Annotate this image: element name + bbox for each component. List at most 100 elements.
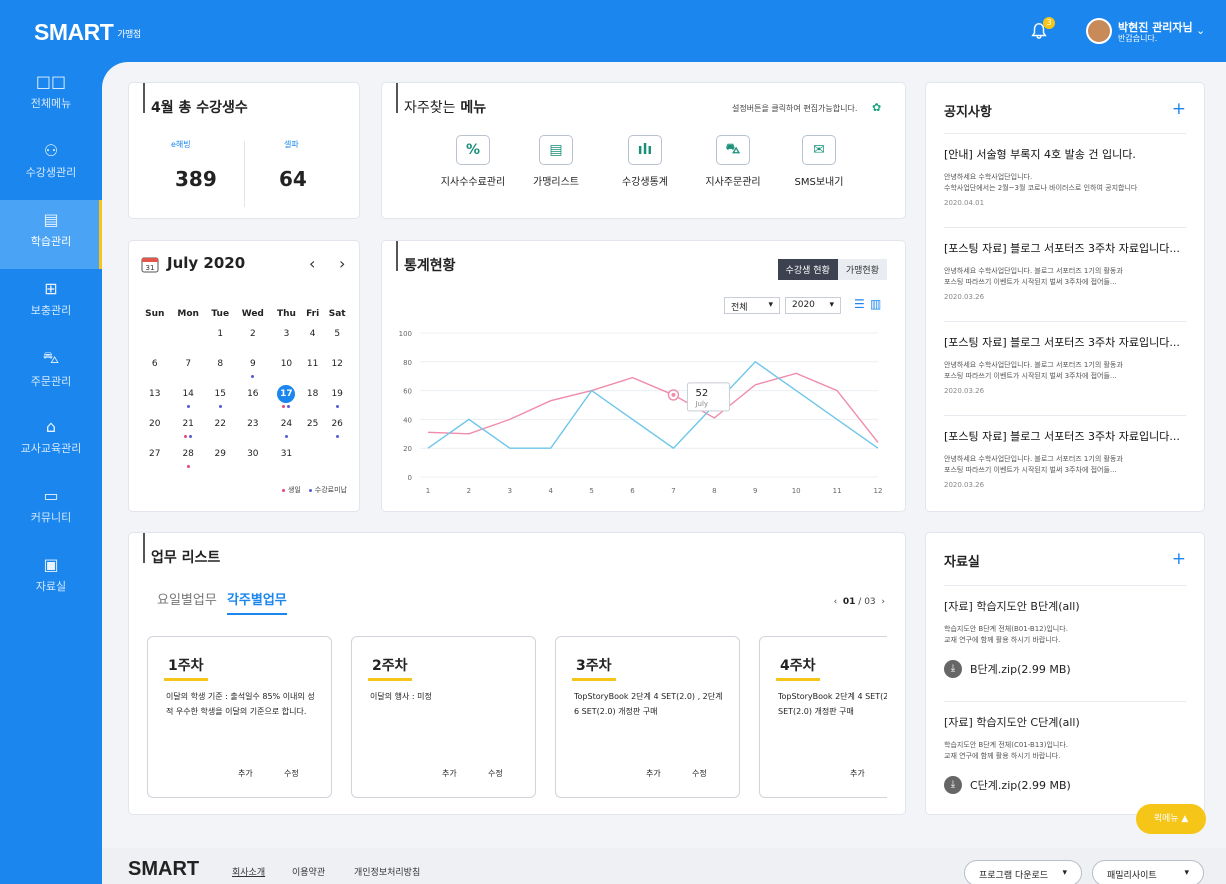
footer-link-privacy[interactable]: 개인정보처리방침 bbox=[354, 865, 420, 878]
calendar-day[interactable]: 31 bbox=[271, 444, 302, 474]
students-card: 4월 총 수강생수 e해빙 389 셀파 64 bbox=[128, 82, 360, 219]
library-item[interactable]: [자료] 학습지도안 B단계(all) 학습지도안 B단계 전체(B01-B12… bbox=[944, 585, 1186, 678]
sidebar-item-orders[interactable]: ⛍ 주문관리 bbox=[0, 338, 102, 407]
chart-view-icon[interactable]: ▥ bbox=[870, 297, 881, 311]
notice-item[interactable]: [포스팅 자료] 블로그 서포터즈 3주차 자료입니다... 안녕하세요 수학사… bbox=[944, 321, 1186, 395]
calendar-day[interactable]: 15 bbox=[206, 384, 235, 414]
calendar-day[interactable]: 3 bbox=[271, 324, 302, 354]
footer-link-company[interactable]: 회사소개 bbox=[232, 865, 265, 878]
notice-desc-3: 안녕하세요 수학사업단입니다. 블로그 서포터즈 1기의 활동과 포스팅 따라쓰기… bbox=[944, 455, 1123, 474]
expire-dot bbox=[284, 435, 288, 438]
year-select[interactable]: 2020 ▾ bbox=[785, 297, 841, 314]
edit-button[interactable]: 수정 bbox=[488, 768, 503, 779]
edit-button[interactable]: 수정 bbox=[284, 768, 299, 779]
library-item[interactable]: [자료] 학습지도안 C단계(all) 학습지도안 B단계 전체(C01-B13… bbox=[944, 701, 1186, 794]
fav-item-branch-orders[interactable]: ⛍ 지사주문관리 bbox=[688, 135, 778, 188]
chevron-down-icon[interactable]: ⌄ bbox=[1196, 24, 1205, 37]
notice-item[interactable]: [안내] 서술형 부록지 4호 발송 건 입니다. 안녕하세요 수학사업단입니다… bbox=[944, 133, 1186, 207]
calendar-day[interactable]: 28 bbox=[171, 444, 206, 474]
expire-dot bbox=[335, 435, 339, 438]
calendar-day[interactable]: 16 bbox=[235, 384, 271, 414]
calendar-day[interactable]: 4 bbox=[302, 324, 323, 354]
calendar-day[interactable]: 23 bbox=[235, 414, 271, 444]
program-download-select[interactable]: 프로그램 다운로드 ▾ bbox=[964, 860, 1082, 884]
download-link[interactable]: ⤓ B단계.zip(2.99 MB) bbox=[944, 660, 1186, 678]
y-tick-label: 0 bbox=[408, 474, 412, 482]
download-link[interactable]: ⤓ C단계.zip(2.99 MB) bbox=[944, 776, 1186, 794]
calendar-day[interactable]: 14 bbox=[171, 384, 206, 414]
add-button[interactable]: 추가 bbox=[238, 768, 253, 779]
calendar-next-button[interactable]: › bbox=[339, 254, 345, 273]
quick-menu-button[interactable]: 퀵메뉴 ▲ bbox=[1136, 804, 1206, 834]
calendar-day[interactable]: 11 bbox=[302, 354, 323, 384]
avatar[interactable] bbox=[1086, 18, 1112, 44]
chat-icon: ▭ bbox=[43, 486, 59, 505]
add-button[interactable]: 추가 bbox=[442, 768, 457, 779]
calendar-day[interactable]: 9 bbox=[235, 354, 271, 384]
work-list-card: 업무 리스트 요일별업무 각주별업무 ‹ 01 / 03 › 1주차 이달의 학… bbox=[128, 532, 906, 815]
calendar-day[interactable]: 18 bbox=[302, 384, 323, 414]
notice-desc-0: 안녕하세요 수학사업단입니다. 수학사업단에서는 2월~3월 코로나 바이러스로 … bbox=[944, 173, 1138, 192]
calendar-prev-button[interactable]: ‹ bbox=[309, 254, 315, 273]
favorites-title: 자주찾는 메뉴 bbox=[396, 83, 486, 117]
calendar-day[interactable]: 1 bbox=[206, 324, 235, 354]
calendar-day[interactable]: 2 bbox=[235, 324, 271, 354]
calendar-day[interactable]: 29 bbox=[206, 444, 235, 474]
week-card: 1주차 이달의 학생 기준 : 출석일수 85% 이내의 성적 우수한 학생을 … bbox=[147, 636, 332, 798]
notices-add-button[interactable]: + bbox=[1172, 99, 1186, 119]
calendar-day[interactable]: 17 bbox=[271, 384, 302, 414]
calendar-day[interactable]: 26 bbox=[323, 414, 351, 444]
bar-chart-icon: ılı bbox=[628, 135, 662, 165]
tab-franchise-status[interactable]: 가맹현황 bbox=[837, 259, 887, 280]
notice-item[interactable]: [포스팅 자료] 블로그 서포터즈 3주차 자료입니다... 안녕하세요 수학사… bbox=[944, 227, 1186, 301]
calendar-day[interactable]: 20 bbox=[139, 414, 171, 444]
family-site-select[interactable]: 패밀리사이트 ▾ bbox=[1092, 860, 1204, 884]
stat-value-sherpa: 64 bbox=[279, 167, 307, 191]
fav-item-student-stats[interactable]: ılı 수강생통계 bbox=[600, 135, 690, 188]
tab-student-status[interactable]: 수강생 현황 bbox=[777, 259, 838, 280]
sidebar-item-students[interactable]: ⚇ 수강생관리 bbox=[0, 131, 102, 200]
x-tick-label: 11 bbox=[833, 487, 842, 495]
calendar-day[interactable]: 24 bbox=[271, 414, 302, 444]
gear-icon[interactable]: ✿ bbox=[872, 101, 881, 114]
calendar-day[interactable]: 30 bbox=[235, 444, 271, 474]
calendar-day[interactable]: 21 bbox=[171, 414, 206, 444]
notice-item[interactable]: [포스팅 자료] 블로그 서포터즈 3주차 자료입니다... 안녕하세요 수학사… bbox=[944, 415, 1186, 489]
series-line-0 bbox=[427, 372, 879, 443]
fav-item-fee[interactable]: % 지사수수료관리 bbox=[428, 135, 518, 188]
edit-button[interactable]: 수정 bbox=[692, 768, 707, 779]
calendar-day[interactable]: 10 bbox=[271, 354, 302, 384]
calendar-day[interactable]: 8 bbox=[206, 354, 235, 384]
sidebar-item-all-menu[interactable]: □□ 전체메뉴 bbox=[0, 62, 102, 131]
library-add-button[interactable]: + bbox=[1172, 549, 1186, 569]
calendar-day[interactable]: 6 bbox=[139, 354, 171, 384]
footer-link-terms[interactable]: 이용약관 bbox=[292, 865, 325, 878]
fav-item-sms[interactable]: ✉ SMS보내기 bbox=[774, 135, 864, 188]
add-button[interactable]: 추가 bbox=[646, 768, 661, 779]
week-card: 4주차 TopStoryBook 2단계 4 SET(2.0) , 2단계 6 … bbox=[759, 636, 887, 798]
calendar-day[interactable]: 13 bbox=[139, 384, 171, 414]
sidebar-item-supplement[interactable]: ⊞ 보충관리 bbox=[0, 269, 102, 338]
calendar-day[interactable]: 27 bbox=[139, 444, 171, 474]
calendar-day[interactable]: 12 bbox=[323, 354, 351, 384]
logo[interactable]: SMART 가맹점 bbox=[34, 19, 141, 46]
fav-item-franchise-list[interactable]: ▤ 가맹리스트 bbox=[511, 135, 601, 188]
calendar-day[interactable]: 25 bbox=[302, 414, 323, 444]
calendar-day[interactable]: 7 bbox=[171, 354, 206, 384]
sidebar-item-teacher-training[interactable]: ⌂ 교사교육관리 bbox=[0, 407, 102, 476]
chart-tooltip bbox=[686, 382, 730, 412]
weekday-label: Sun bbox=[145, 309, 165, 319]
list-icon: ▤ bbox=[539, 135, 573, 165]
sidebar-item-learning[interactable]: ▤ 학습관리 bbox=[0, 200, 102, 269]
scope-select[interactable]: 전체 ▾ bbox=[724, 297, 780, 314]
expire-dot bbox=[189, 435, 193, 438]
list-view-icon[interactable]: ☰ bbox=[854, 297, 865, 311]
archive-icon: ▣ bbox=[43, 555, 59, 574]
sidebar-item-library[interactable]: ▣ 자료실 bbox=[0, 545, 102, 614]
calendar-day[interactable]: 5 bbox=[323, 324, 351, 354]
calendar-day[interactable]: 22 bbox=[206, 414, 235, 444]
calendar-day[interactable]: 19 bbox=[323, 384, 351, 414]
add-button[interactable]: 추가 bbox=[850, 768, 865, 779]
sidebar-item-community[interactable]: ▭ 커뮤니티 bbox=[0, 476, 102, 545]
x-tick-label: 12 bbox=[874, 487, 883, 495]
